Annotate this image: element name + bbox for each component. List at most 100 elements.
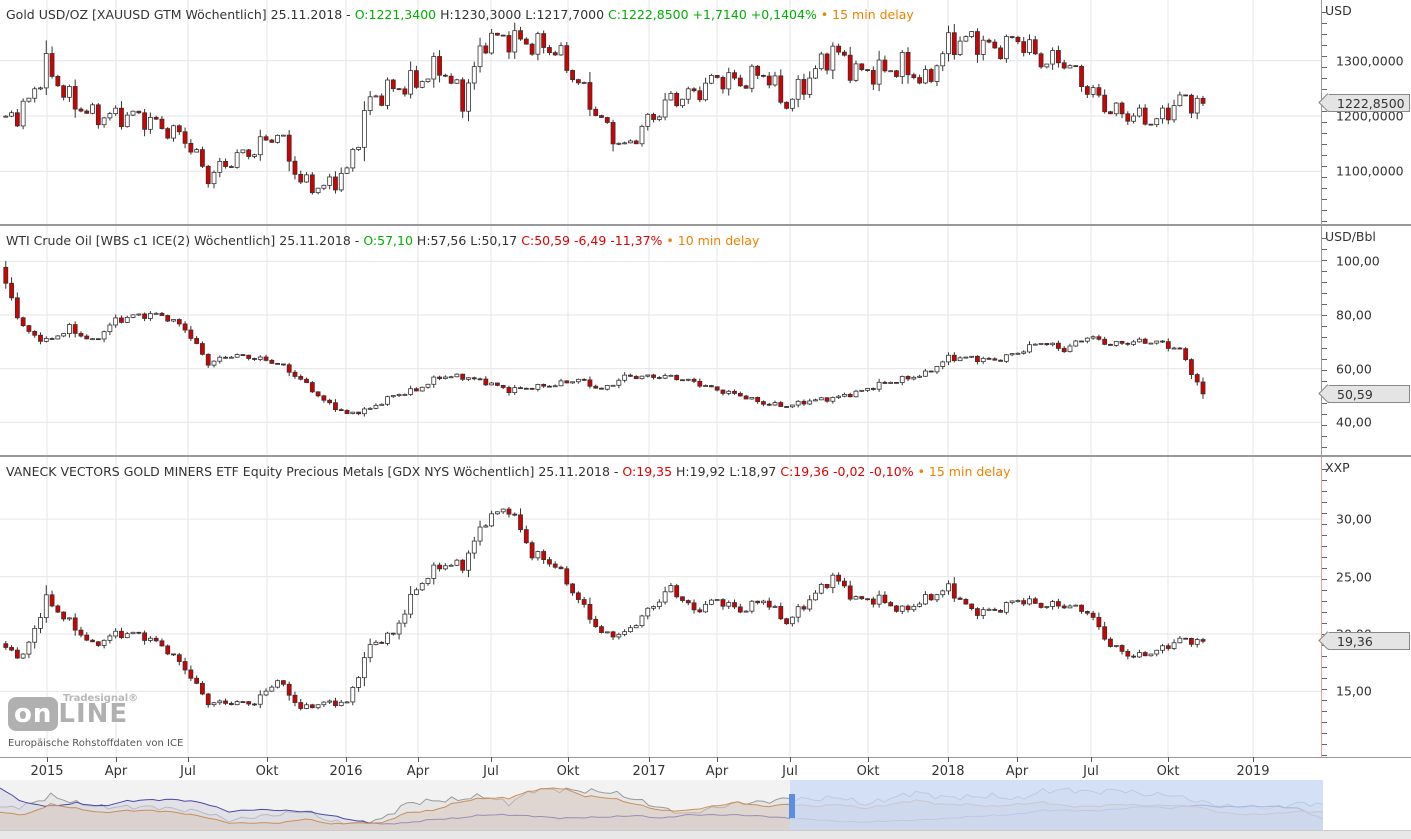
oil-panel[interactable]: WTI Crude Oil [WBS c1 ICE(2) Wöchentlich… [0, 226, 1411, 455]
oil-candle [1136, 337, 1142, 343]
oil-candle [766, 402, 772, 407]
gold-candle [732, 69, 737, 81]
gold-candle [344, 166, 350, 175]
gold-candle [853, 60, 859, 82]
gdx-open: O:19,35 [622, 464, 673, 479]
oil-candle [292, 369, 298, 379]
time-axis-tick [649, 757, 650, 762]
axis-minor-tick [1322, 78, 1327, 79]
gold-candle [373, 94, 379, 98]
axis-minor-tick [1322, 122, 1327, 123]
oil-candle [674, 374, 680, 381]
gold-candle [425, 78, 431, 83]
gdx-candle [483, 524, 489, 528]
navigator[interactable] [0, 780, 1323, 830]
gdx-candle [1096, 612, 1102, 630]
gdx-candle [547, 556, 552, 567]
gold-candle [980, 35, 986, 61]
oil-candle [119, 315, 124, 324]
gdx-candle [1136, 649, 1142, 659]
gold-candle [512, 22, 518, 59]
gdx-candle [257, 690, 263, 709]
gdx-candle [9, 645, 14, 652]
oil-candle [136, 313, 142, 316]
gdx-candle [558, 565, 564, 570]
gdx-candle [755, 600, 761, 605]
gold-candle [205, 164, 211, 188]
gold-candle [176, 124, 182, 135]
oil-candle [390, 395, 396, 398]
oil-price-axis[interactable]: USD/Bbl 100,00 80,00 60,00 40,00 50,59 [1321, 226, 1411, 455]
oil-candle [408, 385, 414, 396]
gdx-price-axis[interactable]: XXP 30,0025,0020,0015,0019,36 [1321, 457, 1411, 757]
gdx-candle [552, 561, 558, 569]
axis-minor-tick [1322, 755, 1327, 756]
time-axis-label: Apr [406, 764, 430, 779]
navigator-handle[interactable] [789, 794, 795, 818]
oil-candle [587, 376, 593, 389]
oil-candle [101, 330, 107, 343]
gold-plot[interactable] [0, 0, 1321, 224]
gold-candle [1079, 64, 1084, 92]
gdx-candle [1171, 639, 1177, 651]
gdx-candle [1044, 606, 1050, 609]
gdx-candle [471, 536, 477, 559]
gold-candle [188, 139, 194, 155]
gold-candle [408, 61, 414, 99]
gold-candle [165, 127, 171, 140]
gold-panel[interactable]: Gold USD/OZ [XAUUSD GTM Wöchentlich] 25.… [0, 0, 1411, 224]
gdx-candle [737, 603, 743, 614]
gold-candle [789, 98, 795, 112]
oil-candle [685, 378, 691, 382]
gdx-candle [350, 685, 356, 706]
gdx-candle [1021, 597, 1027, 607]
gdx-candle [269, 685, 275, 692]
gold-candle [1154, 117, 1160, 128]
gold-candle [1165, 103, 1171, 125]
gdx-candle [628, 624, 633, 633]
oil-candle [980, 356, 986, 364]
navigator-selection[interactable] [790, 780, 1323, 830]
gold-candle [529, 42, 535, 56]
axis-minor-tick [1322, 370, 1327, 371]
gdx-candle [957, 596, 963, 600]
gdx-candle [211, 701, 217, 707]
gold-candle [454, 78, 460, 84]
gdx-candle [1073, 604, 1079, 607]
oil-candle [26, 324, 32, 334]
gdx-y-tick-label: 15,00 [1336, 683, 1372, 699]
time-axis[interactable]: 2015 Apr Jul Okt 2016 Apr Jul Okt 2017 Apr Jul Okt 2… [0, 757, 1321, 781]
oil-candle [431, 375, 437, 388]
oil-title: WTI Crude Oil [WBS c1 ICE(2) Wöchentlich… [6, 233, 360, 248]
oil-plot[interactable] [0, 226, 1321, 455]
axis-minor-tick [1322, 623, 1327, 624]
oil-candle [333, 399, 338, 412]
gold-candle [1113, 102, 1119, 117]
gdx-candle [38, 613, 43, 634]
oil-candle [95, 338, 101, 341]
axis-minor-tick [1322, 315, 1327, 316]
gdx-candle [61, 611, 67, 622]
gdx-panel[interactable]: VANECK VECTORS GOLD MINERS ETF Equity Pr… [0, 457, 1411, 757]
gdx-candle [749, 600, 755, 614]
gdx-candle [32, 625, 38, 649]
gdx-candle [431, 562, 437, 585]
gold-candle [350, 147, 356, 172]
gold-candle [477, 37, 483, 73]
gold-price-axis[interactable]: USD 1300,0000 1200,0000 1100,0000 1222,8500 [1321, 0, 1411, 224]
gdx-candle [986, 607, 992, 611]
gold-candle [986, 38, 992, 44]
axis-minor-tick [1322, 67, 1327, 68]
gdx-plot[interactable] [0, 457, 1321, 757]
axis-minor-tick [1322, 667, 1327, 668]
gold-candle [842, 49, 847, 57]
gold-candle [1142, 104, 1148, 126]
oil-candle [1131, 339, 1136, 346]
gold-candle [252, 153, 257, 159]
gold-candle [292, 156, 298, 180]
oil-candle [402, 393, 408, 396]
gdx-close: C:19,36 -0,02 -0,10% [780, 464, 914, 479]
gold-candle [159, 116, 165, 130]
time-axis-tick [1091, 757, 1092, 762]
axis-minor-tick [1322, 293, 1327, 294]
